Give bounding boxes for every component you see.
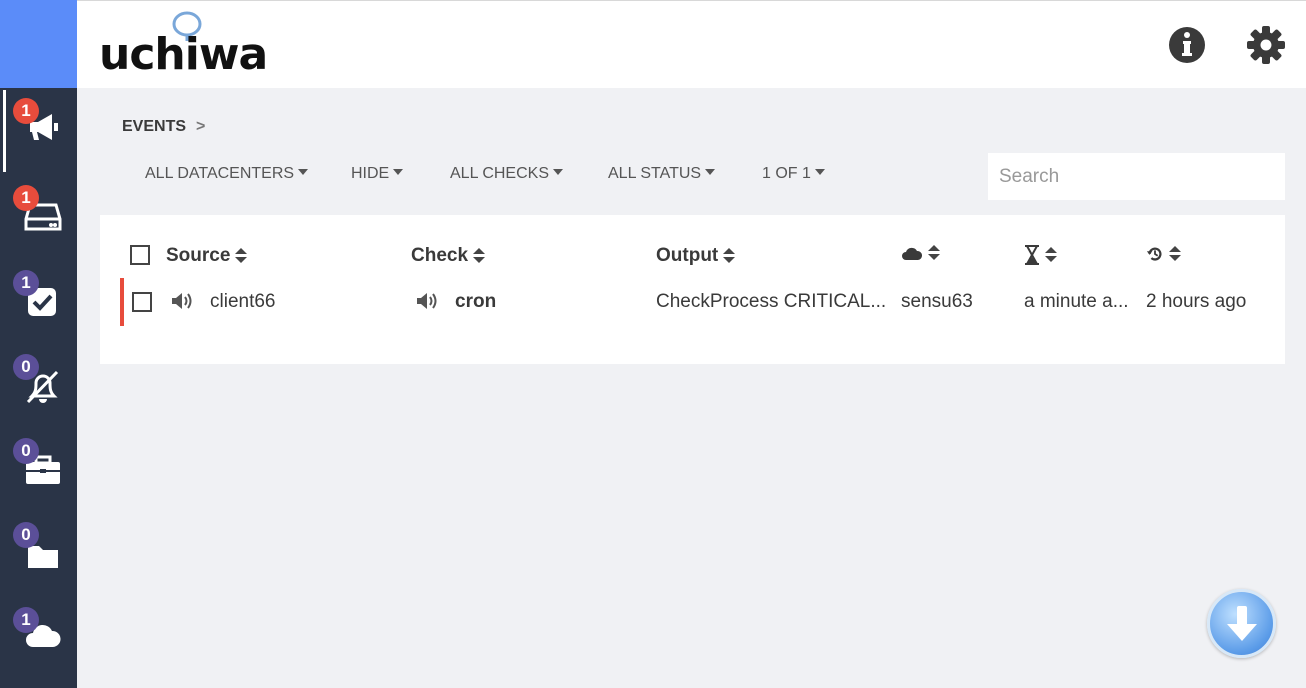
column-header-last-check[interactable]: [1146, 245, 1181, 263]
history-icon: [1146, 247, 1162, 261]
breadcrumb-events[interactable]: EVENTS: [122, 118, 186, 135]
row-source[interactable]: client66: [210, 291, 276, 313]
breadcrumb-separator: >: [196, 118, 206, 135]
filter-datacenters[interactable]: ALL DATACENTERS: [145, 165, 309, 183]
filter-status[interactable]: ALL STATUS: [608, 165, 716, 183]
pagination-label: 1 OF 1: [762, 165, 811, 182]
events-table: Source Check Output client66 cron CheckP…: [100, 215, 1285, 364]
info-icon: [1169, 27, 1205, 63]
filter-checks-label: ALL CHECKS: [450, 165, 549, 182]
row-issued: a minute a...: [1024, 291, 1129, 312]
aggregates-badge: 0: [13, 522, 39, 548]
filter-hide-label: HIDE: [351, 165, 390, 182]
datacenters-badge: 1: [13, 607, 39, 633]
sidebar: 1 1 1 0 0 0 1: [0, 0, 77, 688]
silenced-badge: 0: [13, 354, 39, 380]
sidebar-item-checks[interactable]: 1: [0, 260, 77, 332]
status-indicator-critical: [120, 278, 124, 326]
sidebar-item-datacenters[interactable]: 1: [0, 597, 77, 669]
sort-icon: [473, 248, 486, 264]
caret-down-icon: [814, 168, 825, 175]
arrow-down-icon: [1227, 606, 1257, 641]
filter-datacenters-label: ALL DATACENTERS: [145, 165, 295, 182]
checks-badge: 1: [13, 270, 39, 296]
cloud-icon: [902, 247, 923, 260]
column-header-source[interactable]: Source: [166, 245, 248, 267]
caret-down-icon: [553, 168, 563, 175]
row-datacenter: sensu63: [901, 291, 973, 312]
sidebar-item-clients[interactable]: 1: [0, 175, 77, 247]
logo-text: uchiwa: [99, 29, 268, 80]
caret-down-icon: [393, 168, 404, 175]
sidebar-item-aggregates[interactable]: 0: [0, 512, 77, 584]
hourglass-icon: [1025, 245, 1039, 265]
stashes-badge: 0: [13, 438, 39, 464]
uchiwa-logo[interactable]: uchiwa: [99, 11, 269, 81]
row-checkbox[interactable]: [132, 292, 152, 312]
gear-icon: [1247, 26, 1285, 64]
filter-hide[interactable]: HIDE: [351, 165, 404, 183]
sort-icon: [723, 248, 736, 264]
sort-icon: [1045, 247, 1057, 263]
sidebar-item-silenced[interactable]: 0: [0, 344, 77, 416]
sidebar-item-stashes[interactable]: 0: [0, 428, 77, 500]
clients-badge: 1: [13, 185, 39, 211]
scroll-down-button[interactable]: [1207, 589, 1276, 658]
volume-icon[interactable]: [415, 291, 439, 311]
sidebar-header: [0, 0, 77, 88]
sidebar-item-events[interactable]: 1: [0, 88, 77, 172]
top-header: uchiwa: [77, 0, 1306, 88]
column-source-label: Source: [166, 245, 231, 266]
filter-checks[interactable]: ALL CHECKS: [450, 165, 563, 183]
column-header-output[interactable]: Output: [656, 245, 736, 267]
sort-icon: [1169, 246, 1181, 262]
sort-icon: [928, 245, 940, 261]
select-all-checkbox[interactable]: [130, 245, 150, 265]
column-check-label: Check: [411, 245, 469, 266]
search-input[interactable]: [988, 153, 1285, 200]
caret-down-icon: [705, 168, 716, 175]
sort-icon: [235, 248, 248, 264]
settings-button[interactable]: [1246, 25, 1286, 65]
row-output: CheckProcess CRITICAL...: [656, 291, 887, 312]
row-last-check: 2 hours ago: [1146, 291, 1247, 312]
column-output-label: Output: [656, 245, 719, 266]
pagination-select[interactable]: 1 OF 1: [762, 165, 825, 183]
breadcrumb: EVENTS >: [122, 118, 205, 136]
volume-icon[interactable]: [170, 291, 194, 311]
filter-status-label: ALL STATUS: [608, 165, 702, 182]
row-check[interactable]: cron: [455, 291, 496, 313]
info-button[interactable]: [1167, 25, 1207, 65]
column-header-issued[interactable]: [1024, 245, 1057, 265]
column-header-datacenter[interactable]: [901, 245, 940, 261]
caret-down-icon: [298, 168, 309, 175]
events-badge: 1: [13, 98, 39, 124]
column-header-check[interactable]: Check: [411, 245, 486, 267]
